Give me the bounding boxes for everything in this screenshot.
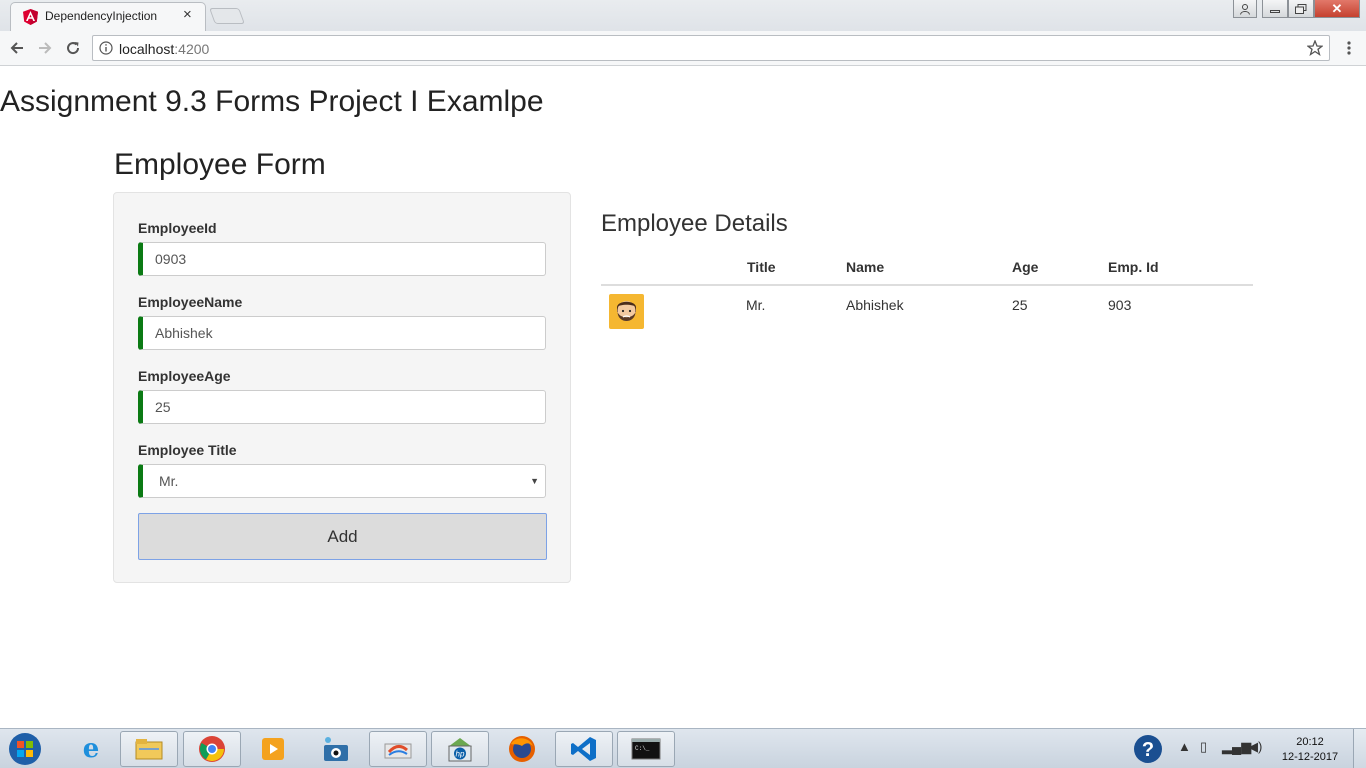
column-header-name: Name (846, 259, 885, 275)
tab-title: DependencyInjection (45, 9, 158, 23)
taskbar-firefox[interactable] (493, 731, 551, 767)
taskbar-file-explorer[interactable] (120, 731, 178, 767)
close-window-button[interactable]: ✕ (1314, 0, 1360, 18)
internet-explorer-icon: e (82, 734, 100, 764)
dropdown-caret-icon: ▼ (530, 476, 539, 486)
row-name: Abhishek (846, 297, 904, 313)
column-header-title: Title (747, 259, 776, 275)
taskbar-visual-studio-code[interactable] (555, 731, 613, 767)
visual-studio-code-icon (571, 737, 596, 761)
employee-title-label: Employee Title (138, 442, 237, 458)
restore-button[interactable] (1288, 0, 1314, 18)
reload-button[interactable] (62, 37, 84, 59)
browser-toolbar: localhost:4200 (0, 31, 1366, 66)
close-icon: ✕ (1331, 0, 1343, 16)
user-icon (1240, 3, 1250, 15)
new-tab-button[interactable] (209, 8, 245, 24)
info-icon[interactable] (99, 41, 113, 55)
hp-icon: hp (448, 738, 472, 762)
bearded-man-avatar (609, 294, 644, 329)
employee-name-label: EmployeeName (138, 294, 243, 310)
column-header-emp-id: Emp. Id (1108, 259, 1159, 275)
svg-text:hp: hp (456, 750, 465, 759)
employee-title-selected: Mr. (159, 473, 179, 489)
bookmark-star-icon[interactable] (1307, 40, 1323, 56)
show-desktop-button[interactable] (1353, 729, 1366, 768)
power-plug-icon[interactable]: ▯ (1200, 739, 1207, 755)
system-clock[interactable]: 20:12 12-12-2017 (1276, 735, 1344, 765)
column-header-age: Age (1012, 259, 1039, 275)
windows-start-icon (9, 733, 41, 765)
address-bar[interactable]: localhost:4200 (92, 35, 1330, 61)
employee-age-label: EmployeeAge (138, 368, 231, 384)
row-emp-id: 903 (1108, 297, 1132, 313)
employee-details-title: Employee Details (601, 210, 788, 237)
show-hidden-icons-icon[interactable]: ▲ (1178, 739, 1191, 754)
taskbar: e hp C:\_ ? ▲ ▯ ▂▄▆ ◀) 20:12 12-12-2017 (0, 728, 1366, 768)
reload-icon (67, 42, 80, 55)
browser-titlebar: DependencyInjection × ✕ (0, 0, 1366, 31)
angular-icon (23, 9, 38, 25)
network-signal-icon[interactable]: ▂▄▆ (1222, 739, 1251, 755)
close-tab-icon[interactable]: × (183, 6, 192, 23)
taskbar-command-prompt[interactable]: C:\_ (617, 731, 675, 767)
taskbar-media-player[interactable] (244, 731, 302, 767)
more-vertical-icon (1347, 41, 1351, 55)
employee-form: EmployeeId EmployeeName EmployeeAge Empl… (113, 192, 571, 583)
employee-name-input[interactable] (138, 316, 546, 350)
taskbar-paint[interactable] (369, 731, 427, 767)
browser-menu-button[interactable] (1338, 37, 1360, 59)
restore-icon (1295, 3, 1307, 14)
add-button[interactable]: Add (138, 513, 547, 560)
arrow-right-icon (39, 42, 52, 54)
taskbar-hp[interactable]: hp (431, 731, 489, 767)
browser-tab[interactable]: DependencyInjection × (10, 2, 206, 31)
network-camera-icon (324, 737, 348, 761)
clock-date: 12-12-2017 (1281, 751, 1339, 763)
taskbar-internet-explorer[interactable]: e (62, 731, 120, 767)
profile-button[interactable] (1233, 0, 1257, 18)
paint-icon (384, 743, 412, 759)
minimize-icon (1270, 10, 1280, 13)
forward-button[interactable] (34, 37, 56, 59)
url-text: localhost:4200 (119, 41, 210, 57)
chrome-icon (199, 736, 225, 762)
svg-text:?: ? (1142, 739, 1154, 761)
start-button[interactable] (4, 731, 46, 767)
minimize-button[interactable] (1262, 0, 1288, 18)
volume-icon[interactable]: ◀) (1248, 739, 1262, 755)
employee-title-select[interactable]: Mr. ▼ (138, 464, 546, 498)
file-explorer-icon (135, 739, 163, 760)
media-player-icon (262, 738, 284, 760)
employee-age-input[interactable] (138, 390, 546, 424)
employee-id-label: EmployeeId (138, 220, 217, 236)
firefox-icon (509, 736, 535, 762)
table-header-divider (601, 284, 1253, 286)
svg-text:C:\_: C:\_ (635, 745, 650, 752)
employee-id-input[interactable] (138, 242, 546, 276)
taskbar-network-camera[interactable] (307, 731, 365, 767)
page-title: Assignment 9.3 Forms Project I Examlpe (0, 85, 544, 118)
back-button[interactable] (6, 37, 28, 59)
arrow-left-icon (10, 42, 23, 54)
row-title: Mr. (746, 297, 766, 313)
form-title: Employee Form (114, 148, 326, 181)
help-icon[interactable]: ? (1133, 734, 1163, 768)
taskbar-chrome[interactable] (183, 731, 241, 767)
command-prompt-icon: C:\_ (631, 738, 661, 760)
clock-time: 20:12 (1296, 736, 1324, 748)
row-age: 25 (1012, 297, 1028, 313)
